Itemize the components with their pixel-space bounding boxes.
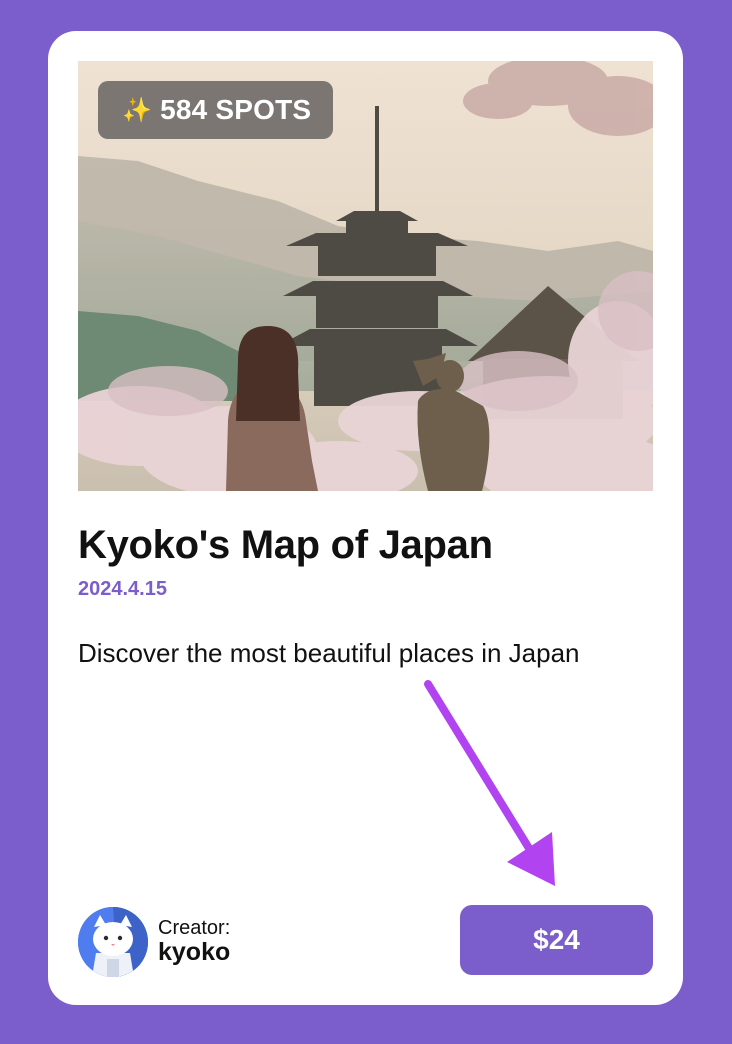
map-card[interactable]: ✨ 584 SPOTS Kyoko's Map of Japan 2024.4.… xyxy=(48,31,683,1005)
creator-label: Creator: xyxy=(158,917,231,940)
hero-image: ✨ 584 SPOTS xyxy=(78,61,653,491)
spots-count-label: 584 SPOTS xyxy=(160,94,312,125)
buy-price-button[interactable]: $24 xyxy=(460,905,653,975)
map-description: Discover the most beautiful places in Ja… xyxy=(78,638,580,668)
cat-avatar-icon xyxy=(78,907,148,977)
spots-badge: ✨ 584 SPOTS xyxy=(98,81,334,139)
map-title: Kyoko's Map of Japan xyxy=(78,523,493,567)
creator-avatar[interactable] xyxy=(78,907,148,977)
creator-name[interactable]: kyoko xyxy=(158,939,230,966)
page: ✨ 584 SPOTS Kyoko's Map of Japan 2024.4.… xyxy=(0,0,732,1044)
creator-text: Creator: kyoko xyxy=(158,917,231,966)
publish-date: 2024.4.15 xyxy=(78,578,167,600)
creator-info[interactable]: Creator: kyoko xyxy=(78,907,230,977)
sparkles-icon: ✨ xyxy=(122,96,153,124)
